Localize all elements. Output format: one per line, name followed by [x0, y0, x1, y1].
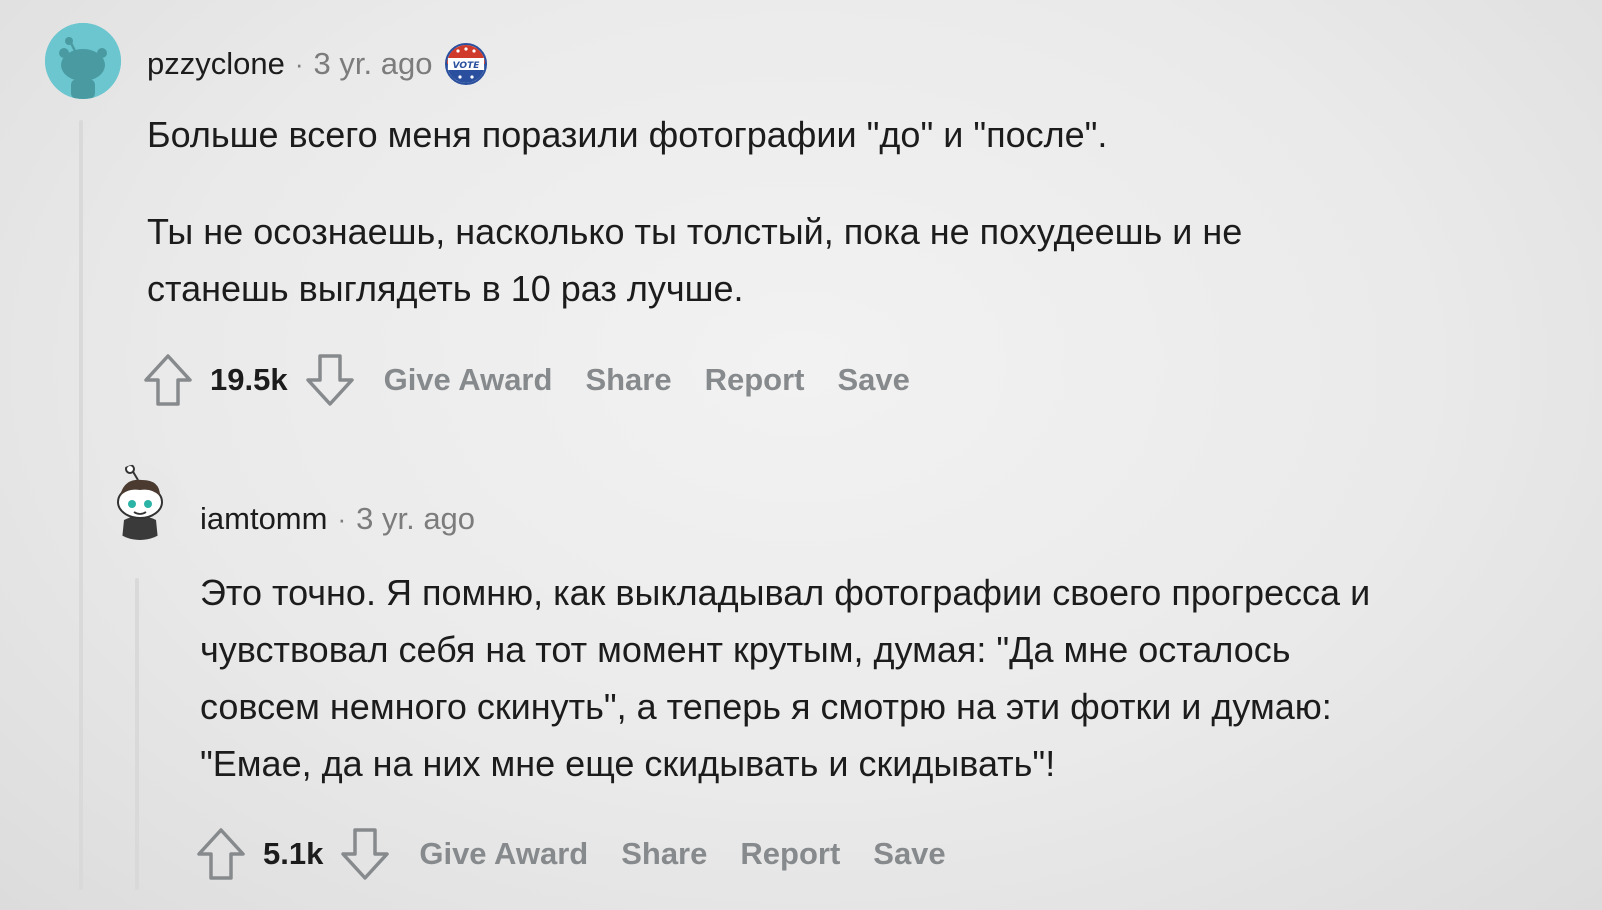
- vote-score: 5.1k: [263, 836, 324, 871]
- give-award-button[interactable]: Give Award: [419, 836, 588, 872]
- vote-badge-icon[interactable]: VOTE: [444, 42, 488, 86]
- avatar[interactable]: [45, 23, 121, 99]
- save-button[interactable]: Save: [838, 362, 910, 398]
- separator-dot: ·: [294, 48, 304, 79]
- separator-dot: ·: [337, 503, 347, 534]
- timestamp[interactable]: 3 yr. ago: [356, 501, 475, 537]
- comment-line: чувствовал себя на тот момент крутым, ду…: [200, 629, 1291, 670]
- svg-text:VOTE: VOTE: [453, 61, 481, 71]
- comment-paragraph: Ты не осознаешь, насколько ты толстый, п…: [147, 211, 1243, 252]
- report-button[interactable]: Report: [705, 362, 805, 398]
- avatar[interactable]: [102, 464, 178, 540]
- comment-body: Это точно. Я помню, как выкладывал фотог…: [200, 564, 1370, 792]
- comment-paragraph: станешь выглядеть в 10 раз лучше.: [147, 268, 744, 309]
- thread-line-comment-2[interactable]: [135, 578, 139, 890]
- comment-line: совсем немного скинуть", а теперь я смот…: [200, 686, 1332, 727]
- upvote-arrow-icon[interactable]: [195, 826, 247, 882]
- save-button[interactable]: Save: [873, 836, 945, 872]
- report-button[interactable]: Report: [740, 836, 840, 872]
- username[interactable]: pzzyclone: [147, 46, 285, 82]
- comment-line: "Емае, да на них мне еще скидывать и ски…: [200, 743, 1056, 784]
- comment-action-bar: 5.1k Give Award Share Report Save: [195, 826, 946, 882]
- comment-header: pzzyclone · 3 yr. ago VOTE: [147, 42, 488, 86]
- comment-header: iamtomm · 3 yr. ago: [200, 497, 475, 541]
- timestamp[interactable]: 3 yr. ago: [314, 46, 433, 82]
- thread-line-comment-1[interactable]: [79, 120, 83, 890]
- comment-action-bar: 19.5k Give Award Share Report Save: [142, 352, 910, 408]
- downvote-arrow-icon[interactable]: [339, 826, 391, 882]
- snoo-avatar-icon: [102, 464, 178, 540]
- comment-paragraph: Больше всего меня поразили фотографии "д…: [147, 114, 1108, 155]
- share-button[interactable]: Share: [585, 362, 671, 398]
- downvote-arrow-icon[interactable]: [304, 352, 356, 408]
- vote-score: 19.5k: [210, 362, 288, 397]
- comment-body: Больше всего меня поразили фотографии "д…: [147, 106, 1242, 317]
- comment-line: Это точно. Я помню, как выкладывал фотог…: [200, 572, 1371, 613]
- upvote-arrow-icon[interactable]: [142, 352, 194, 408]
- snoo-avatar-icon: [45, 23, 121, 99]
- give-award-button[interactable]: Give Award: [384, 362, 553, 398]
- share-button[interactable]: Share: [621, 836, 707, 872]
- username[interactable]: iamtomm: [200, 501, 327, 537]
